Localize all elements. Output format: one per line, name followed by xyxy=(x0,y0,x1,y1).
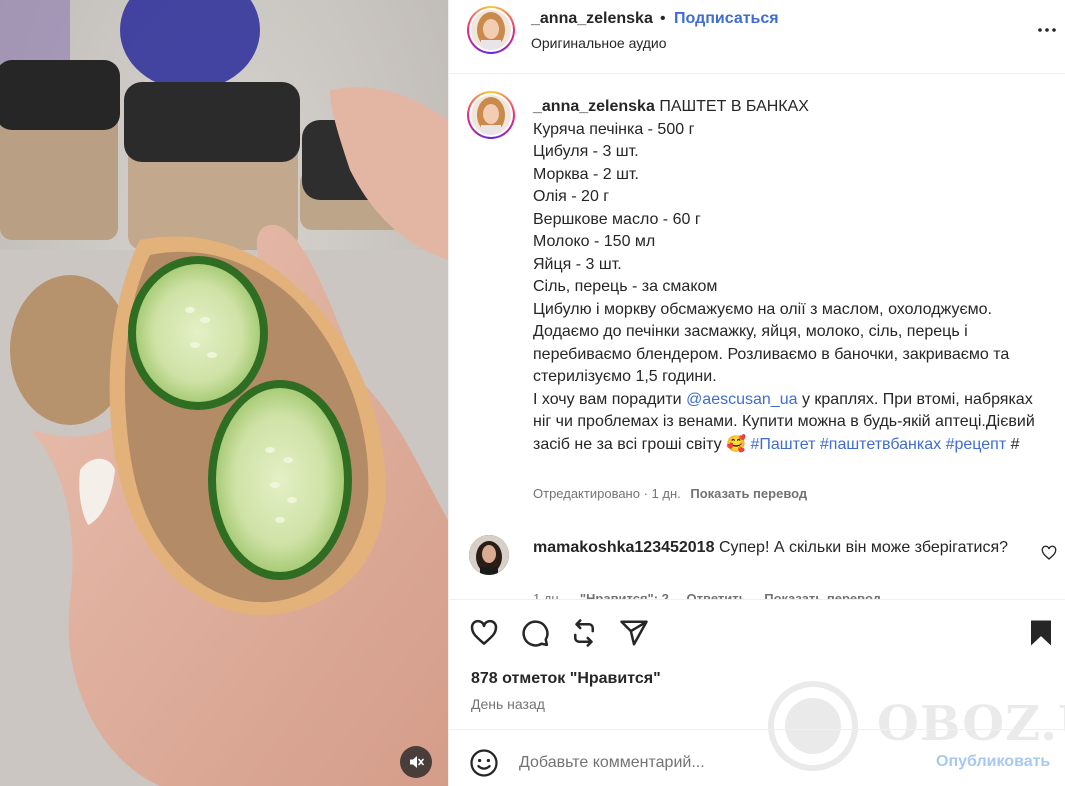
comment-translate-button[interactable]: Показать перевод xyxy=(764,591,881,599)
mention-link[interactable]: @aescusan_ua xyxy=(686,391,797,408)
repost-icon[interactable] xyxy=(569,618,599,648)
comments-scroll-area[interactable]: _anna_zelenska ПАШТЕТ В БАНКАХ Куряча пе… xyxy=(449,75,1065,599)
separator-dot: • xyxy=(660,10,666,27)
like-icon[interactable] xyxy=(469,618,499,648)
caption-line: Сіль, перець - за смаком xyxy=(533,278,718,295)
more-options-icon[interactable] xyxy=(1035,18,1059,42)
comment-item: mamakoshka123452018 Супер! А скільки він… xyxy=(449,535,1065,599)
caption-line: Яйця - 3 шт. xyxy=(533,255,622,273)
mute-button[interactable] xyxy=(400,746,432,778)
comment-icon[interactable] xyxy=(520,618,550,648)
caption-avatar-image xyxy=(471,95,511,135)
post-header: _anna_zelenska • Подписаться Оригинально… xyxy=(449,0,1065,74)
original-audio-link[interactable]: Оригинальное аудио xyxy=(531,35,667,51)
author-avatar[interactable] xyxy=(467,6,515,54)
author-username[interactable]: _anna_zelenska xyxy=(531,10,653,28)
post-photo xyxy=(0,0,448,786)
caption-username[interactable]: _anna_zelenska xyxy=(533,98,655,115)
caption-line: Морква - 2 шт. xyxy=(533,165,639,183)
hashtag-link[interactable]: #Паштет xyxy=(750,436,815,453)
save-bookmark-icon[interactable] xyxy=(1026,618,1056,648)
commenter-username[interactable]: mamakoshka123452018 xyxy=(533,539,714,556)
emoji-icon[interactable] xyxy=(469,748,499,778)
caption-line: Олія - 20 г xyxy=(533,188,610,205)
hashtag-link[interactable]: #паштетвбанках xyxy=(820,436,941,453)
caption-line: Куряча печінка - 500 г xyxy=(533,120,695,138)
edited-label: Отредактировано xyxy=(533,486,640,501)
post-panel: _anna_zelenska • Подписаться Оригинально… xyxy=(448,0,1065,786)
commenter-avatar-image xyxy=(469,535,509,575)
likes-count[interactable]: 878 отметок "Нравится" xyxy=(471,670,661,688)
comment-likes[interactable]: "Нравится": 2 xyxy=(580,591,669,599)
comment-composer: Опубликовать xyxy=(449,729,1065,786)
show-translation-button[interactable]: Показать перевод xyxy=(690,486,807,501)
author-avatar-image xyxy=(471,10,511,50)
edited-time: · 1 дн. xyxy=(643,486,681,501)
speaker-muted-icon xyxy=(410,756,424,768)
comment-input[interactable] xyxy=(519,750,919,776)
caption-title: ПАШТЕТ В БАНКАХ xyxy=(659,98,809,115)
reply-button[interactable]: Ответить xyxy=(687,591,747,599)
caption-line: Цибуля - 3 шт. xyxy=(533,143,639,160)
caption-advice: І хочу вам порадити xyxy=(533,390,682,408)
hashtag-text: # xyxy=(1010,435,1020,453)
caption-line: Молоко - 150 мл xyxy=(533,233,656,250)
caption-line: Вершкове масло - 60 г xyxy=(533,210,701,228)
comment-like-icon[interactable] xyxy=(1041,545,1057,561)
comment-body: Супер! А скільки він може зберігатися? xyxy=(718,539,1009,556)
follow-button[interactable]: Подписаться xyxy=(674,10,779,28)
hashtag-link[interactable]: #рецепт xyxy=(946,436,1007,453)
share-icon[interactable] xyxy=(619,618,649,648)
comment-time: 1 дн. xyxy=(533,591,563,599)
comment-text: mamakoshka123452018 Супер! А скільки він… xyxy=(533,537,1023,560)
post-media[interactable] xyxy=(0,0,448,786)
post-caption: _anna_zelenska ПАШТЕТ В БАНКАХ Куряча пе… xyxy=(533,96,1053,456)
caption-author-avatar[interactable] xyxy=(467,91,515,139)
comment-meta: 1 дн. "Нравится": 2 Ответить Показать пе… xyxy=(533,591,895,599)
caption-instructions: Цибулю і моркву обсмажуємо на олії з мас… xyxy=(533,300,1010,386)
caption-meta: Отредактировано · 1 дн. Показать перевод xyxy=(533,486,807,501)
post-time: День назад xyxy=(471,696,545,712)
publish-button[interactable]: Опубликовать xyxy=(936,753,1050,771)
commenter-avatar[interactable] xyxy=(469,535,509,575)
